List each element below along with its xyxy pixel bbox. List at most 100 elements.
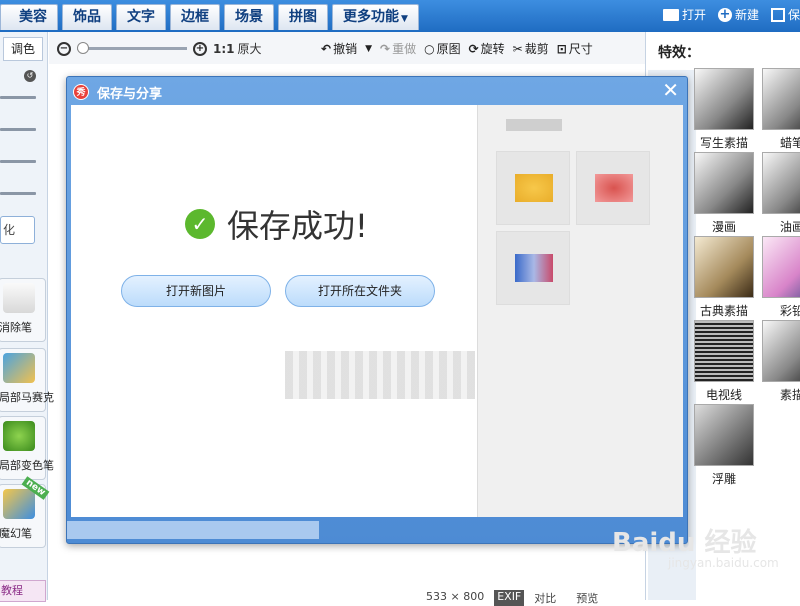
effect-label: 漫画	[711, 220, 736, 234]
effect-item[interactable]: 彩铅	[762, 236, 800, 319]
meitu-logo-icon: 秀	[73, 84, 89, 100]
tab-text[interactable]: 文字	[116, 4, 166, 30]
edit-tools: ↶ 撤销 ▼ ↷ 重做 ○ 原图 ⟳ 旋转 ✂ 裁剪 ⊡ 尺寸	[321, 40, 601, 57]
tool-label: 局部变色笔	[0, 459, 54, 472]
adjust-button[interactable]: 化	[0, 216, 35, 244]
zoom-slider[interactable]	[77, 42, 187, 54]
success-message: ✓ 保存成功!	[185, 201, 368, 247]
exif-button[interactable]: EXIF	[494, 590, 525, 606]
blurred-footer-content	[67, 521, 319, 539]
effect-item[interactable]: 电视线	[694, 320, 754, 403]
slider-track[interactable]	[0, 96, 36, 99]
tab-more-features[interactable]: 更多功能 ▼	[332, 4, 419, 30]
compare-button[interactable]: 对比	[534, 590, 566, 606]
zoom-label: 原大	[237, 42, 262, 56]
save-share-dialog: 秀 保存与分享 ✕ ✓ 保存成功! 打开新图片 打开所在文件夹	[66, 76, 688, 544]
size-button[interactable]: ⊡ 尺寸	[557, 40, 593, 57]
eraser-tool[interactable]: 消除笔	[0, 278, 46, 342]
effect-label: 浮雕	[711, 472, 736, 486]
effect-item[interactable]: 蜡笔	[762, 68, 800, 151]
color-brush-icon	[3, 421, 35, 451]
dialog-footer	[67, 517, 687, 543]
rotate-label: 旋转	[480, 42, 505, 56]
effect-thumbnail	[762, 320, 800, 382]
zoom-in-icon[interactable]: +	[193, 41, 207, 56]
plus-icon: +	[717, 6, 732, 22]
tab-frame[interactable]: 边框	[170, 4, 220, 30]
effect-thumbnail	[762, 152, 800, 214]
effect-thumbnail	[694, 404, 754, 466]
chevron-down-icon: ▼	[401, 14, 408, 24]
save-icon	[770, 7, 785, 22]
tab-label: 拼图	[289, 9, 317, 25]
mosaic-tool[interactable]: 局部马赛克	[0, 348, 54, 412]
top-bar: 美容 饰品 文字 边框 场景 拼图 更多功能 ▼ 打开 + 新建 保	[0, 0, 800, 32]
effect-item[interactable]: 写生素描	[694, 68, 754, 151]
share-option[interactable]	[496, 151, 570, 225]
share-option[interactable]	[576, 151, 650, 225]
undo-button[interactable]: ↶ 撤销 ▼	[321, 40, 372, 57]
actual-size-button[interactable]: 1:1 原大	[213, 40, 262, 57]
tab-label: 更多功能	[343, 9, 399, 25]
open-button[interactable]: 打开	[662, 6, 706, 23]
undo-icon: ↶	[321, 41, 332, 56]
crop-label: 裁剪	[524, 42, 549, 56]
redo-label: 重做	[392, 42, 417, 56]
tab-accessories[interactable]: 饰品	[62, 4, 112, 30]
effect-item[interactable]: 油画	[762, 152, 800, 235]
zoom-ratio: 1:1	[213, 42, 235, 56]
magic-pen-tool[interactable]: new 魔幻笔	[0, 476, 50, 548]
new-button[interactable]: + 新建	[717, 6, 759, 23]
left-panel: 调色 ↺ 化 消除笔 局部马赛克 局部变色笔 new 魔幻笔 教程	[0, 32, 54, 602]
resize-icon: ⊡	[556, 41, 567, 56]
redo-button[interactable]: ↷ 重做	[380, 40, 416, 57]
tab-label: 美容	[19, 9, 47, 25]
original-button[interactable]: ○ 原图	[424, 40, 461, 57]
watermark-url: jingyan.baidu.com	[668, 556, 779, 570]
preview-label: 预览	[576, 592, 599, 605]
color-brush-tool[interactable]: 局部变色笔	[0, 416, 54, 480]
slider-track[interactable]	[0, 128, 36, 131]
effect-label: 彩铅	[779, 304, 800, 318]
save-button[interactable]: 保	[770, 6, 800, 23]
check-icon: ✓	[185, 209, 215, 239]
edit-toolbar: − + 1:1 原大 ↶ 撤销 ▼ ↷ 重做 ○ 原图 ⟳ 旋转 ✂ 裁剪 ⊡ 尺寸	[49, 32, 645, 64]
tab-beauty[interactable]: 美容	[0, 4, 58, 30]
compare-label: 对比	[534, 592, 557, 605]
reset-icon[interactable]: ↺	[24, 70, 36, 82]
effect-item[interactable]: 素描	[762, 320, 800, 403]
tab-scene[interactable]: 场景	[224, 4, 274, 30]
share-option[interactable]	[496, 231, 570, 305]
tab-label: 文字	[127, 9, 155, 25]
zoom-out-icon[interactable]: −	[57, 41, 71, 56]
zoom-control: − + 1:1 原大	[57, 40, 262, 57]
eraser-icon	[3, 283, 35, 313]
tutorial-button[interactable]: 教程	[0, 580, 46, 602]
effect-thumbnail	[694, 152, 754, 214]
open-new-image-button[interactable]: 打开新图片	[121, 275, 271, 307]
new-label: 新建	[734, 8, 759, 22]
redo-icon: ↷	[380, 41, 391, 56]
effect-label: 素描	[779, 388, 800, 402]
crop-button[interactable]: ✂ 裁剪	[513, 40, 549, 57]
effect-thumbnail	[694, 320, 754, 382]
magic-pen-icon	[3, 489, 35, 519]
effect-item[interactable]: 古典素描	[694, 236, 754, 319]
tab-label: 饰品	[73, 9, 101, 25]
folder-icon	[662, 8, 679, 21]
rotate-icon: ⟳	[468, 41, 479, 56]
tab-collage[interactable]: 拼图	[278, 4, 328, 30]
effect-item[interactable]: 浮雕	[694, 404, 754, 487]
chevron-down-icon[interactable]: ▼	[365, 44, 372, 54]
effects-title: 特效：	[658, 45, 700, 61]
tab-color-adjust[interactable]: 调色	[3, 37, 43, 61]
zoom-slider-knob[interactable]	[77, 42, 89, 54]
effect-item[interactable]: 漫画	[694, 152, 754, 235]
preview-button[interactable]: 预览	[576, 590, 608, 606]
effect-thumbnail	[694, 236, 754, 298]
slider-track[interactable]	[0, 192, 36, 195]
open-folder-button[interactable]: 打开所在文件夹	[285, 275, 435, 307]
rotate-button[interactable]: ⟳ 旋转	[469, 40, 505, 57]
close-icon[interactable]: ✕	[662, 80, 679, 100]
slider-track[interactable]	[0, 160, 36, 163]
